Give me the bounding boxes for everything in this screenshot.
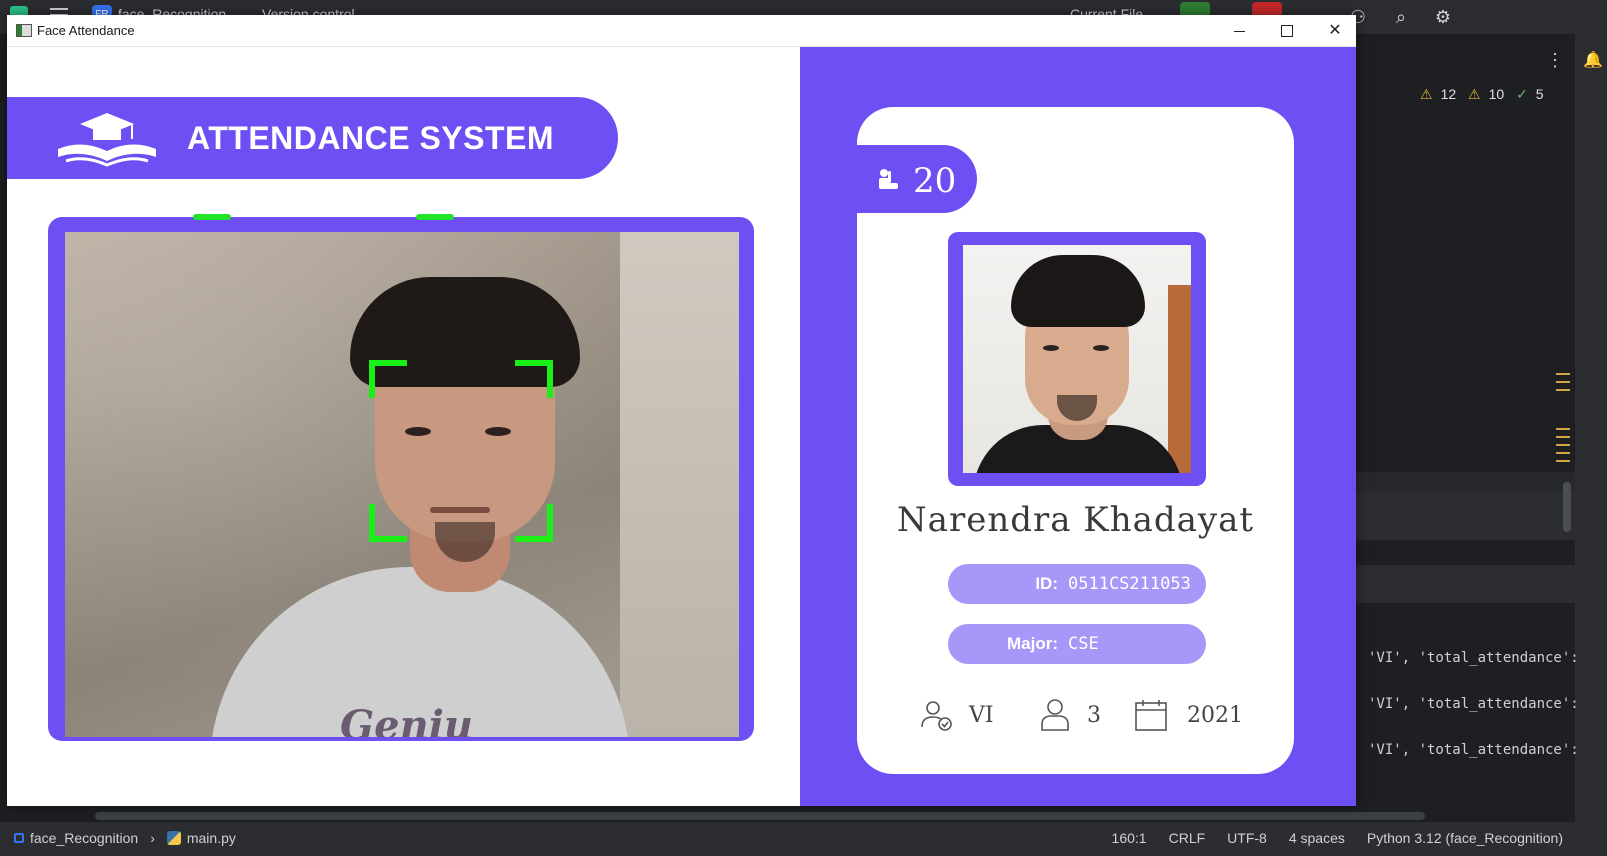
starting-year-stat: 2021 xyxy=(1133,697,1243,733)
detect-marker xyxy=(416,214,454,220)
left-panel: ATTENDANCE SYSTEM Geniu xyxy=(7,47,800,806)
user-check-icon xyxy=(921,701,952,731)
error-stripe-mark[interactable] xyxy=(1556,381,1570,383)
id-value: 0511CS211053 xyxy=(1068,574,1191,594)
window-content: ATTENDANCE SYSTEM Geniu 20 Narendra Khad… xyxy=(7,47,1356,806)
python-interpreter[interactable]: Python 3.12 (face_Recognition) xyxy=(1367,830,1563,846)
photo-door xyxy=(1168,285,1191,473)
line-separator[interactable]: CRLF xyxy=(1169,830,1206,846)
error-stripe-mark[interactable] xyxy=(1556,444,1570,446)
caret-position[interactable]: 160:1 xyxy=(1112,830,1147,846)
notifications-icon[interactable]: 🔔 xyxy=(1583,50,1603,70)
breadcrumb-project[interactable]: face_Recognition xyxy=(30,830,138,846)
attendance-count-badge: 20 xyxy=(857,145,977,213)
error-stripe-mark[interactable] xyxy=(1556,452,1570,454)
app-icon xyxy=(16,24,32,37)
console-line: 'VI', 'total_attendance': xyxy=(1368,742,1579,758)
standing-stat: VI xyxy=(919,697,994,733)
minimize-button[interactable] xyxy=(1215,15,1263,47)
vertical-scrollbar[interactable] xyxy=(1563,482,1571,532)
indent-setting[interactable]: 4 spaces xyxy=(1289,830,1345,846)
starting-year-value: 2021 xyxy=(1187,702,1243,728)
file-encoding[interactable]: UTF-8 xyxy=(1227,830,1267,846)
face-box-corner xyxy=(369,360,407,398)
major-value: CSE xyxy=(1068,634,1099,654)
student-id-field: ID: 0511CS211053 xyxy=(948,564,1206,604)
breadcrumb: face_Recognition › main.py xyxy=(14,830,236,846)
ok-count: 5 xyxy=(1535,86,1544,102)
editor-highlight xyxy=(1355,472,1575,492)
error-stripe-mark[interactable] xyxy=(1556,428,1570,430)
student-photo xyxy=(963,245,1191,473)
search-icon[interactable]: ⌕ xyxy=(1390,6,1412,28)
total-attendance: 20 xyxy=(913,161,957,201)
year-value: 3 xyxy=(1087,702,1101,728)
check-icon: ✓ xyxy=(1516,86,1528,102)
hand-raise-icon xyxy=(879,169,898,189)
horizontal-scrollbar[interactable] xyxy=(95,812,1425,820)
inspection-widget[interactable]: ⚠ 12 ⚠ 10 ✓ 5 xyxy=(1420,86,1552,103)
student-name: Narendra Khadayat xyxy=(896,500,1255,540)
face-attendance-window: Face Attendance ✕ ATTENDANCE SYSTEM Geni… xyxy=(7,15,1356,806)
right-panel: 20 Narendra Khadayat ID: 0511CS211053 Ma… xyxy=(800,47,1356,806)
photo-hair xyxy=(1011,255,1145,327)
person-eye xyxy=(405,427,431,436)
major-label: Major: xyxy=(1007,634,1058,653)
shirt-print: Geniu xyxy=(340,702,473,737)
right-tool-strip: 🔔 xyxy=(1575,34,1607,822)
user-icon xyxy=(1041,699,1069,731)
window-title: Face Attendance xyxy=(37,23,135,38)
warning-icon: ⚠ xyxy=(1420,86,1433,102)
status-bar: face_Recognition › main.py 160:1 CRLF UT… xyxy=(0,822,1607,856)
error-stripe-mark[interactable] xyxy=(1556,389,1570,391)
module-icon xyxy=(14,833,24,843)
student-card: 20 Narendra Khadayat ID: 0511CS211053 Ma… xyxy=(857,107,1294,774)
weak-warning-icon: ⚠ xyxy=(1468,86,1481,102)
photo-eye xyxy=(1093,345,1109,351)
face-box-corner xyxy=(515,504,553,542)
person-eye xyxy=(485,427,511,436)
editor-region xyxy=(1355,565,1575,603)
year-stat: 3 xyxy=(1037,697,1101,733)
window-titlebar[interactable]: Face Attendance ✕ xyxy=(7,15,1356,47)
person-mouth xyxy=(430,507,490,513)
calendar-icon xyxy=(1135,700,1167,731)
editor-region xyxy=(1355,492,1575,540)
student-major-field: Major: CSE xyxy=(948,624,1206,664)
webcam-feed: Geniu xyxy=(65,232,739,737)
background-door xyxy=(620,232,739,737)
console-line: 'VI', 'total_attendance': xyxy=(1368,696,1579,712)
error-stripe-mark[interactable] xyxy=(1556,373,1570,375)
console-line: 'VI', 'total_attendance': xyxy=(1368,650,1579,666)
close-button[interactable]: ✕ xyxy=(1311,15,1359,47)
detect-marker xyxy=(193,214,231,220)
face-box-corner xyxy=(369,504,407,542)
python-file-icon xyxy=(166,831,181,845)
weak-warning-count: 10 xyxy=(1488,86,1505,102)
breadcrumb-file[interactable]: main.py xyxy=(187,830,236,846)
title-banner: ATTENDANCE SYSTEM xyxy=(7,97,618,179)
maximize-button[interactable] xyxy=(1262,15,1310,47)
error-stripe-mark[interactable] xyxy=(1556,460,1570,462)
error-stripe-mark[interactable] xyxy=(1556,436,1570,438)
student-photo-frame xyxy=(948,232,1206,486)
warning-count: 12 xyxy=(1440,86,1457,102)
face-box-corner xyxy=(515,360,553,398)
id-label: ID: xyxy=(1035,574,1058,593)
more-options-icon[interactable]: ⋮ xyxy=(1546,50,1564,71)
camera-frame: Geniu xyxy=(48,214,754,741)
settings-icon[interactable]: ⚙ xyxy=(1432,6,1454,28)
standing-value: VI xyxy=(969,702,994,728)
banner-title: ATTENDANCE SYSTEM xyxy=(187,120,555,156)
graduation-book-icon xyxy=(58,113,156,167)
chevron-right-icon: › xyxy=(150,830,155,846)
photo-eye xyxy=(1043,345,1059,351)
